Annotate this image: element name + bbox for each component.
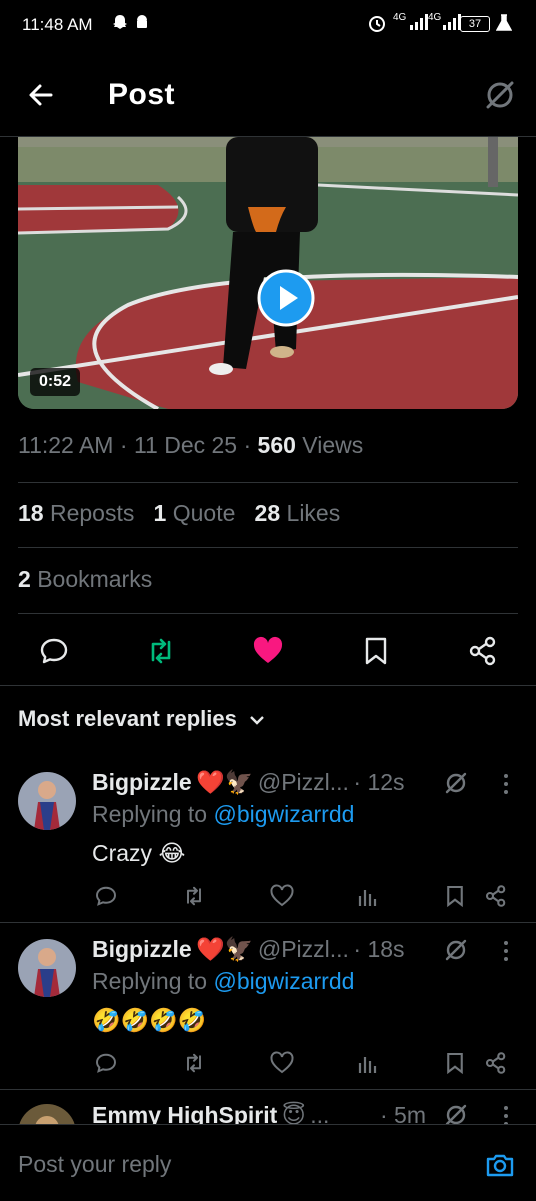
bookmark-icon[interactable] [443, 1051, 467, 1075]
video-duration-badge: 0:52 [30, 368, 81, 396]
reply-item[interactable]: Bigpizzle ❤️🦅 @Pizzl... · 12s Replying t… [0, 756, 536, 923]
repost-icon[interactable] [182, 884, 206, 908]
quotes-stat[interactable]: 1 Quote [154, 500, 236, 526]
bookmarks-stat[interactable]: 2 Bookmarks [18, 566, 152, 593]
views-icon[interactable] [356, 884, 380, 908]
avatar[interactable] [18, 939, 76, 997]
replying-to-link[interactable]: @bigwizarrdd [213, 968, 354, 994]
back-arrow-icon[interactable] [26, 80, 56, 110]
replying-to: Replying to @bigwizarrdd [92, 801, 354, 828]
grok-icon[interactable] [483, 78, 517, 112]
avatar[interactable] [18, 772, 76, 830]
reply-input[interactable]: Post your reply [18, 1151, 171, 1178]
reply-header: Bigpizzle ❤️🦅 @Pizzl... · 12s [92, 769, 405, 796]
lab-flask-icon [496, 14, 512, 36]
views-count: 560 [257, 432, 296, 458]
reply-header: Bigpizzle ❤️🦅 @Pizzl... · 18s [92, 936, 405, 963]
alarm-icon [368, 14, 386, 36]
camera-icon[interactable] [484, 1149, 516, 1181]
replying-to-prefix: Replying to [92, 801, 208, 827]
share-icon[interactable] [484, 1051, 508, 1075]
reply-icon[interactable] [94, 884, 118, 908]
repost-icon[interactable] [182, 1051, 206, 1075]
replying-to-link[interactable]: @bigwizarrdd [213, 801, 354, 827]
like-icon[interactable] [270, 1051, 294, 1075]
signal-icon-1: 4G [393, 12, 428, 34]
signal-icon-2: 4G [428, 12, 461, 34]
reply-text: 🤣🤣🤣🤣 [92, 1007, 207, 1033]
divider [18, 613, 518, 614]
reply-icon[interactable] [94, 1051, 118, 1075]
battery-icon: 37 [460, 16, 490, 38]
bookmark-icon[interactable] [443, 884, 467, 908]
divider [18, 482, 518, 483]
replying-to: Replying to @bigwizarrdd [92, 968, 354, 995]
chevron-down-icon [249, 714, 265, 726]
android-icon [134, 14, 150, 36]
meta-separator: · [119, 432, 128, 458]
reply-author-emoji: ❤️🦅 [196, 936, 254, 962]
battery-level: 37 [460, 16, 490, 32]
reply-text: Crazy 😂 [92, 840, 186, 866]
repost-icon[interactable] [145, 635, 177, 667]
video-player[interactable]: 0:52 [18, 137, 518, 409]
more-options-icon[interactable] [502, 939, 510, 963]
quotes-label: Quote [172, 500, 236, 526]
replies-sort-label: Most relevant replies [18, 706, 237, 731]
snapchat-icon [112, 14, 128, 36]
views-icon[interactable] [356, 1051, 380, 1075]
post-action-bar [0, 615, 536, 686]
post-time: 11:22 AM [18, 432, 114, 458]
like-icon[interactable] [270, 884, 294, 908]
share-icon[interactable] [467, 635, 499, 667]
status-bar: 11:48 AM 4G 4G 37 [0, 0, 536, 56]
reply-time: · 12s [353, 769, 405, 795]
reply-icon[interactable] [38, 635, 70, 667]
post-metadata: 11:22 AM · 11 Dec 25 · 560 Views [18, 432, 363, 459]
reply-compose-bar: Post your reply [0, 1124, 536, 1201]
status-time: 11:48 AM [22, 15, 93, 34]
engagement-stats: 18 Reposts 1 Quote 28 Likes [18, 500, 340, 527]
bookmarks-count: 2 [18, 566, 31, 592]
reposts-count: 18 [18, 500, 44, 526]
bookmarks-label: Bookmarks [37, 566, 153, 592]
reply-author-name[interactable]: Bigpizzle [92, 936, 192, 962]
reply-author-handle[interactable]: @Pizzl... [258, 936, 349, 962]
top-app-bar: Post [0, 56, 536, 137]
page-title: Post [108, 78, 176, 111]
likes-label: Likes [286, 500, 341, 526]
grok-icon[interactable] [443, 770, 469, 796]
reposts-label: Reposts [49, 500, 135, 526]
more-options-icon[interactable] [502, 772, 510, 796]
reply-time: · 18s [353, 936, 405, 962]
likes-count: 28 [254, 500, 281, 526]
play-button[interactable] [257, 269, 315, 327]
replies-sort-dropdown[interactable]: Most relevant replies [18, 706, 265, 732]
reply-author-name[interactable]: Bigpizzle [92, 769, 192, 795]
reposts-stat[interactable]: 18 Reposts [18, 500, 134, 526]
reply-item[interactable]: Bigpizzle ❤️🦅 @Pizzl... · 18s Replying t… [0, 923, 536, 1090]
views-label: Views [302, 432, 364, 458]
likes-stat[interactable]: 28 Likes [255, 500, 341, 526]
post-date: 11 Dec 25 [133, 432, 238, 458]
grok-icon[interactable] [443, 937, 469, 963]
quotes-count: 1 [153, 500, 167, 526]
like-icon-filled[interactable] [252, 635, 284, 667]
divider [18, 547, 518, 548]
meta-separator: · [243, 432, 252, 458]
replying-to-prefix: Replying to [92, 968, 208, 994]
reply-author-emoji: ❤️🦅 [196, 769, 254, 795]
share-icon[interactable] [484, 884, 508, 908]
reply-author-handle[interactable]: @Pizzl... [258, 769, 349, 795]
bookmark-icon[interactable] [360, 635, 392, 667]
